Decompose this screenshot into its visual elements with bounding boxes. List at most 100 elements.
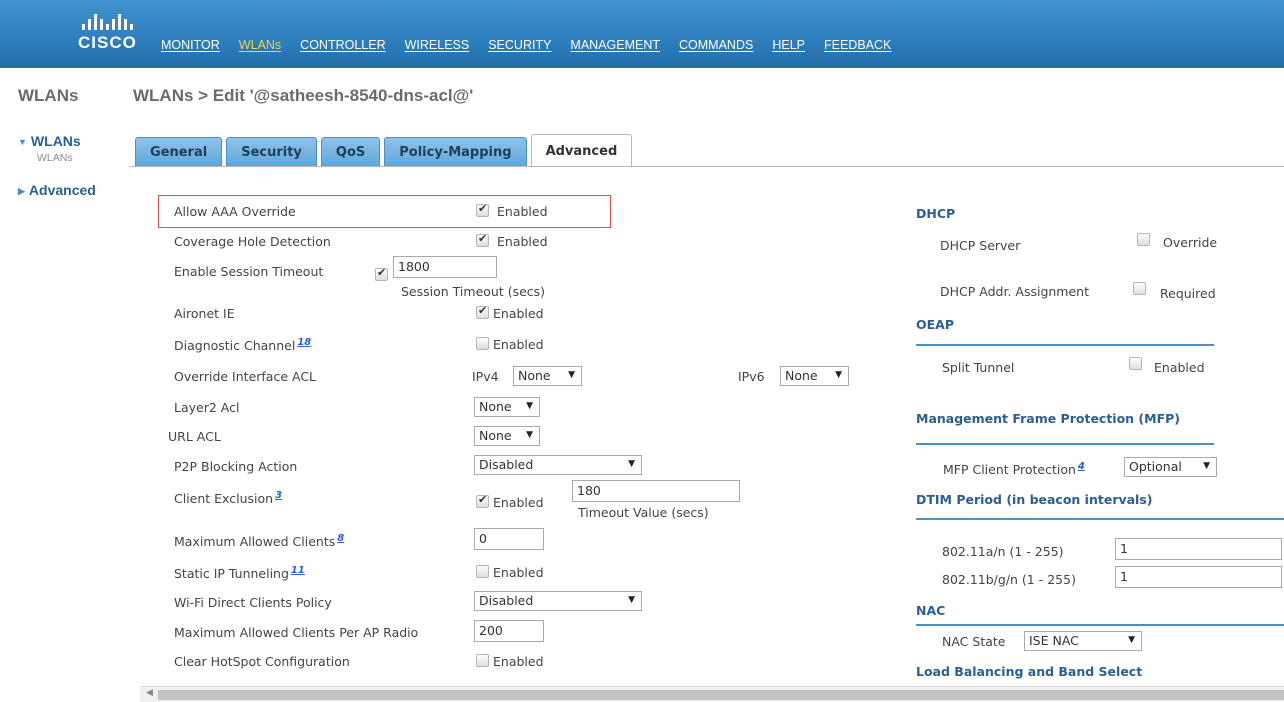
section-title: WLANs — [18, 86, 79, 105]
coverage-hole-label: Coverage Hole Detection — [174, 234, 331, 249]
horizontal-scrollbar[interactable]: ◀ — [140, 686, 1284, 702]
mfp-divider — [916, 443, 1214, 445]
footnote-link[interactable]: 4 — [1078, 461, 1085, 472]
sidebar-subitem-wlans[interactable]: WLANs — [37, 152, 73, 164]
nac-heading: NAC — [916, 603, 946, 618]
layer2-acl-select[interactable]: None ▼ — [474, 397, 540, 417]
max-clients-input[interactable]: 0 — [474, 528, 544, 550]
dropdown-arrow-icon: ▼ — [526, 401, 533, 411]
split-tunnel-checkbox[interactable] — [1129, 357, 1142, 370]
p2p-blocking-label: P2P Blocking Action — [174, 459, 298, 474]
clear-hotspot-label: Clear HotSpot Configuration — [174, 654, 350, 669]
tab-security[interactable]: Security — [226, 137, 317, 167]
aironet-ie-option: Enabled — [493, 306, 544, 321]
nac-state-select[interactable]: ISE NAC ▼ — [1024, 631, 1142, 651]
collapsed-triangle-icon: ▶ — [18, 186, 25, 196]
nav-help[interactable]: HELP — [772, 38, 805, 52]
p2p-blocking-select[interactable]: Disabled ▼ — [474, 455, 642, 475]
dropdown-arrow-icon: ▼ — [835, 370, 842, 380]
url-acl-label: URL ACL — [168, 429, 221, 444]
split-tunnel-label: Split Tunnel — [942, 360, 1015, 375]
diagnostic-channel-option: Enabled — [493, 337, 544, 352]
coverage-hole-checkbox[interactable] — [476, 232, 489, 247]
scrollbar-thumb[interactable] — [158, 690, 1284, 700]
sidebar-item-label: WLANs — [30, 133, 81, 149]
override-acl-label: Override Interface ACL — [174, 369, 317, 384]
nac-divider — [916, 624, 1284, 626]
sidebar-item-wlans[interactable]: ▼ WLANs — [18, 133, 81, 149]
load-balancing-heading: Load Balancing and Band Select — [916, 664, 1143, 679]
client-exclusion-label: Client Exclusion 3 — [174, 490, 283, 506]
dropdown-arrow-icon: ▼ — [628, 595, 635, 605]
session-timeout-input[interactable]: 1800 — [393, 256, 497, 278]
dtim-bg-input[interactable]: 1 — [1115, 566, 1282, 588]
ipv6-acl-select[interactable]: None ▼ — [780, 366, 849, 386]
session-timeout-checkbox[interactable] — [375, 266, 388, 281]
clear-hotspot-option: Enabled — [493, 654, 544, 669]
tab-policy-mapping[interactable]: Policy-Mapping — [384, 137, 527, 167]
expanded-triangle-icon: ▼ — [18, 137, 27, 147]
dtim-bg-label: 802.11b/g/n (1 - 255) — [942, 572, 1076, 587]
wifi-direct-label: Wi-Fi Direct Clients Policy — [174, 595, 332, 610]
footnote-link[interactable]: 11 — [291, 565, 305, 576]
max-per-radio-input[interactable]: 200 — [474, 620, 544, 642]
dhcp-addr-label: DHCP Addr. Assignment — [940, 284, 1089, 299]
dropdown-arrow-icon: ▼ — [1203, 461, 1210, 471]
aironet-ie-checkbox[interactable] — [476, 304, 489, 319]
diagnostic-channel-checkbox[interactable] — [476, 337, 489, 350]
tab-advanced[interactable]: Advanced — [530, 134, 633, 167]
dtim-a-label: 802.11a/n (1 - 255) — [942, 544, 1064, 559]
allow-aaa-label: Allow AAA Override — [174, 204, 296, 219]
client-exclusion-checkbox[interactable] — [476, 493, 489, 508]
main-menu: MONITOR WLANs CONTROLLER WIRELESS SECURI… — [161, 38, 910, 52]
dhcp-server-checkbox[interactable] — [1137, 233, 1150, 246]
dhcp-addr-checkbox[interactable] — [1133, 282, 1146, 295]
dtim-a-input[interactable]: 1 — [1115, 538, 1282, 560]
nav-management[interactable]: MANAGEMENT — [570, 38, 660, 52]
wifi-direct-select[interactable]: Disabled ▼ — [474, 591, 642, 611]
diagnostic-channel-label: Diagnostic Channel 18 — [174, 337, 312, 353]
mfp-client-select[interactable]: Optional ▼ — [1124, 457, 1217, 477]
allow-aaa-checkbox[interactable] — [476, 202, 489, 217]
session-timeout-hint: Session Timeout (secs) — [401, 284, 546, 299]
cisco-logo-bars — [82, 14, 148, 30]
page-title: WLANs > Edit '@satheesh-8540-dns-acl@' — [133, 86, 474, 105]
ipv4-acl-select[interactable]: None ▼ — [513, 366, 582, 386]
sidebar-item-advanced[interactable]: ▶ Advanced — [18, 182, 96, 198]
scroll-left-icon[interactable]: ◀ — [146, 688, 153, 698]
nav-wireless[interactable]: WIRELESS — [405, 38, 470, 52]
nav-monitor[interactable]: MONITOR — [161, 38, 220, 52]
sidebar-item-label: Advanced — [28, 182, 96, 198]
client-exclusion-hint: Timeout Value (secs) — [578, 505, 709, 520]
nav-security[interactable]: SECURITY — [488, 38, 551, 52]
footnote-link[interactable]: 18 — [297, 337, 311, 348]
split-tunnel-option: Enabled — [1154, 360, 1205, 375]
static-ip-checkbox[interactable] — [476, 565, 489, 578]
cisco-logo: CISCO — [78, 14, 148, 54]
dropdown-arrow-icon: ▼ — [568, 370, 575, 380]
dtim-divider — [916, 518, 1284, 520]
nav-controller[interactable]: CONTROLLER — [300, 38, 385, 52]
dhcp-server-label: DHCP Server — [940, 238, 1021, 253]
ipv4-label: IPv4 — [472, 369, 499, 384]
clear-hotspot-checkbox[interactable] — [476, 654, 489, 667]
dropdown-arrow-icon: ▼ — [1128, 635, 1135, 645]
tab-divider — [130, 166, 1284, 167]
footnote-link[interactable]: 8 — [337, 533, 344, 544]
max-per-radio-label: Maximum Allowed Clients Per AP Radio — [174, 625, 419, 640]
session-timeout-label: Enable Session Timeout — [174, 264, 324, 279]
nav-wlans[interactable]: WLANs — [239, 38, 281, 52]
dhcp-addr-option: Required — [1160, 286, 1216, 301]
aironet-ie-label: Aironet IE — [174, 306, 235, 321]
footnote-link[interactable]: 3 — [275, 490, 282, 501]
client-exclusion-option: Enabled — [493, 495, 544, 510]
static-ip-option: Enabled — [493, 565, 544, 580]
mfp-heading: Management Frame Protection (MFP) — [916, 411, 1180, 426]
client-exclusion-timeout-input[interactable]: 180 — [572, 480, 740, 502]
tab-qos[interactable]: QoS — [320, 137, 381, 167]
url-acl-select[interactable]: None ▼ — [474, 426, 540, 446]
nav-feedback[interactable]: FEEDBACK — [824, 38, 891, 52]
tab-general[interactable]: General — [135, 137, 223, 167]
nav-commands[interactable]: COMMANDS — [679, 38, 753, 52]
layer2-acl-label: Layer2 Acl — [174, 400, 240, 415]
